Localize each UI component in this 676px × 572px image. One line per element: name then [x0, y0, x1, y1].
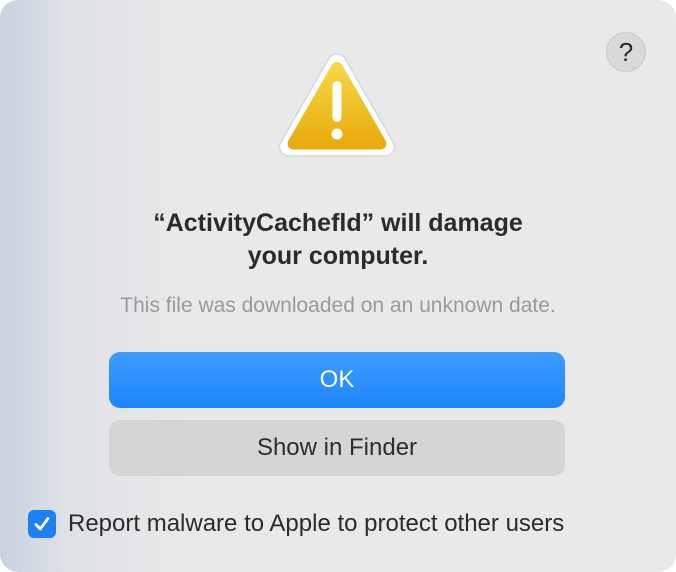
help-button[interactable]: ? — [606, 32, 646, 72]
malware-alert-dialog: ? “ActivityCachefld” will damage your co… — [0, 0, 676, 572]
warning-triangle-icon — [278, 53, 396, 157]
alert-title: “ActivityCachefld” will damage your comp… — [0, 207, 676, 273]
show-in-finder-button-label: Show in Finder — [256, 434, 418, 461]
ok-button[interactable]: OK — [109, 352, 565, 408]
alert-title-line2: your computer. — [247, 242, 429, 270]
report-malware-row[interactable]: Report malware to Apple to protect other… — [28, 508, 564, 540]
ok-button-label: OK — [319, 366, 355, 393]
report-malware-checkbox[interactable] — [28, 510, 56, 538]
show-in-finder-button[interactable]: Show in Finder — [109, 420, 565, 476]
report-malware-label: Report malware to Apple to protect other… — [68, 510, 565, 537]
alert-title-line1: “ActivityCachefld” will damage — [153, 209, 523, 237]
help-button-label: ? — [618, 36, 634, 67]
alert-message: This file was downloaded on an unknown d… — [120, 294, 556, 317]
checkmark-icon — [34, 517, 50, 531]
